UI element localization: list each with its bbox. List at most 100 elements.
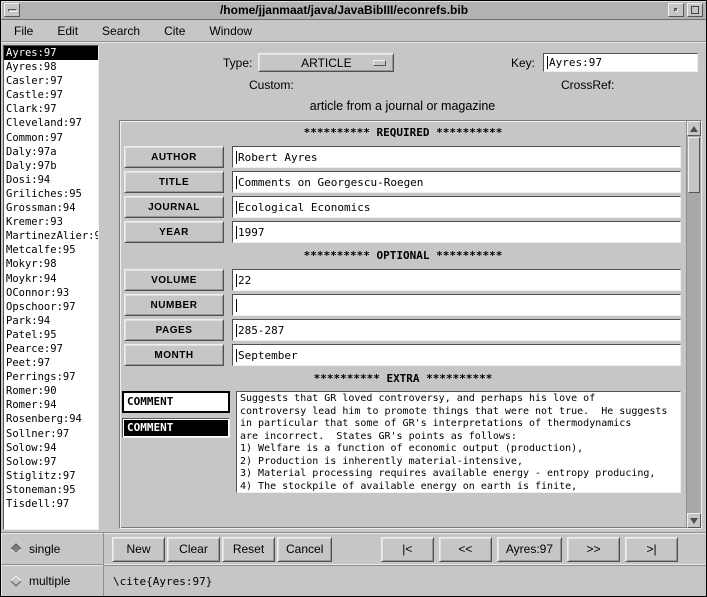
form-scrollbar[interactable] [686,121,701,528]
iconify-dot-icon [674,8,678,12]
scroll-up-arrow-icon[interactable] [687,121,701,136]
nav-prev-button[interactable]: << [439,537,492,562]
required-fields: AUTHOR Robert Ayres TITLE Comments on Georg… [120,143,686,246]
iconify-button[interactable] [668,3,684,17]
list-item[interactable]: Solow:97 [4,455,98,469]
pages-input[interactable]: 285-287 [232,319,681,341]
mode-single-label: single [29,542,60,556]
menu-search[interactable]: Search [102,24,140,38]
list-item[interactable]: Sollner:97 [4,427,98,441]
type-value: ARTICLE [301,56,351,70]
list-item[interactable]: Griliches:95 [4,187,98,201]
list-item[interactable]: Solow:94 [4,441,98,455]
pages-field-label[interactable]: PAGES [124,319,224,341]
new-button[interactable]: New [112,537,165,562]
menu-cite[interactable]: Cite [164,24,185,38]
comment-text: Suggests that GR loved controversy, and … [240,393,677,493]
list-item[interactable]: Moykr:94 [4,272,98,286]
list-item[interactable]: Cleveland:97 [4,116,98,130]
extra-field-list-item[interactable]: COMMENT [124,420,228,436]
list-item[interactable]: Castle:97 [4,88,98,102]
list-item[interactable]: OConnor:93 [4,286,98,300]
menu-file[interactable]: File [14,24,33,38]
comment-textarea[interactable]: Suggests that GR loved controversy, and … [236,391,681,493]
list-item[interactable]: Casler:97 [4,74,98,88]
maximize-button[interactable] [687,3,703,17]
nav-buttons: |<<<Ayres:97>>>| [381,537,678,562]
title-input[interactable]: Comments on Georgescu-Roegen [232,171,681,193]
list-item[interactable]: Ayres:97 [4,46,98,60]
scroll-down-arrow-icon[interactable] [687,513,701,528]
nav-next-button[interactable]: >> [567,537,620,562]
journal-field-label[interactable]: JOURNAL [124,196,224,218]
year-value: 1997 [238,226,265,239]
number-field-label[interactable]: NUMBER [124,294,224,316]
list-item[interactable]: Grossman:94 [4,201,98,215]
nav-current-key-button[interactable]: Ayres:97 [497,537,562,562]
author-input[interactable]: Robert Ayres [232,146,681,168]
title-field-label[interactable]: TITLE [124,171,224,193]
text-caret [236,349,237,362]
list-item[interactable]: Ayres:98 [4,60,98,74]
entry-type-description: article from a journal or magazine [99,96,706,118]
text-caret [236,274,237,287]
list-item[interactable]: Clark:97 [4,102,98,116]
field-row-journal: JOURNAL Ecological Economics [124,196,681,218]
nav-first-button[interactable]: |< [381,537,434,562]
content: Ayres:97Ayres:98Casler:97Castle:97Clark:… [1,42,706,532]
list-item[interactable]: Romer:94 [4,398,98,412]
month-field-label[interactable]: MONTH [124,344,224,366]
number-input[interactable] [232,294,681,316]
mode-multiple-toggle[interactable]: multiple [1,564,103,596]
cite-text: \cite{Ayres:97} [113,575,212,588]
list-item[interactable]: Stiglitz:97 [4,469,98,483]
entry-list[interactable]: Ayres:97Ayres:98Casler:97Castle:97Clark:… [3,45,99,530]
list-item[interactable]: MartinezAlier:9 [4,229,98,243]
extra-field-list[interactable]: COMMENT [122,418,230,438]
list-item[interactable]: Kremer:93 [4,215,98,229]
year-input[interactable]: 1997 [232,221,681,243]
main-panel: Type: ARTICLE Key: Ayres:97 Custom: Cros… [99,42,706,532]
list-item[interactable]: Perrings:97 [4,370,98,384]
radio-diamond-icon [10,575,21,586]
scrollbar-thumb[interactable] [688,137,700,193]
nav-last-button[interactable]: >| [625,537,678,562]
maximize-square-icon [691,6,699,14]
month-input[interactable]: September [232,344,681,366]
scrollbar-track[interactable] [687,194,701,513]
volume-field-label[interactable]: VOLUME [124,269,224,291]
list-item[interactable]: Rosenberg:94 [4,412,98,426]
list-item[interactable]: Peet:97 [4,356,98,370]
list-item[interactable]: Daly:97a [4,145,98,159]
menu-window[interactable]: Window [209,24,252,38]
list-item[interactable]: Common:97 [4,131,98,145]
journal-value: Ecological Economics [238,201,370,214]
custom-label: Custom: [249,78,294,92]
journal-input[interactable]: Ecological Economics [232,196,681,218]
type-dropdown[interactable]: ARTICLE [258,53,394,72]
list-item[interactable]: Dosi:94 [4,173,98,187]
list-item[interactable]: Daly:97b [4,159,98,173]
mode-single-toggle[interactable]: single [1,533,103,564]
volume-input[interactable]: 22 [232,269,681,291]
menu-edit[interactable]: Edit [57,24,78,38]
list-item[interactable]: Pearce:97 [4,342,98,356]
list-item[interactable]: Romer:90 [4,384,98,398]
titlebar[interactable]: /home/jjanmaat/java/JavaBibIII/econrefs.… [1,1,706,20]
list-item[interactable]: Tisdell:97 [4,497,98,511]
list-item[interactable]: Mokyr:98 [4,257,98,271]
list-item[interactable]: Metcalfe:95 [4,243,98,257]
extra-field-name-input[interactable]: COMMENT [122,391,230,413]
list-item[interactable]: Stoneman:95 [4,483,98,497]
year-field-label[interactable]: YEAR [124,221,224,243]
key-input[interactable]: Ayres:97 [543,53,698,72]
cancel-button[interactable]: Cancel [277,537,332,562]
list-item[interactable]: Park:94 [4,314,98,328]
reset-button[interactable]: Reset [222,537,275,562]
author-field-label[interactable]: AUTHOR [124,146,224,168]
window-menu-button[interactable] [4,3,20,17]
list-item[interactable]: Patel:95 [4,328,98,342]
list-item[interactable]: Opschoor:97 [4,300,98,314]
clear-button[interactable]: Clear [167,537,220,562]
app-window: /home/jjanmaat/java/JavaBibIII/econrefs.… [0,0,707,597]
